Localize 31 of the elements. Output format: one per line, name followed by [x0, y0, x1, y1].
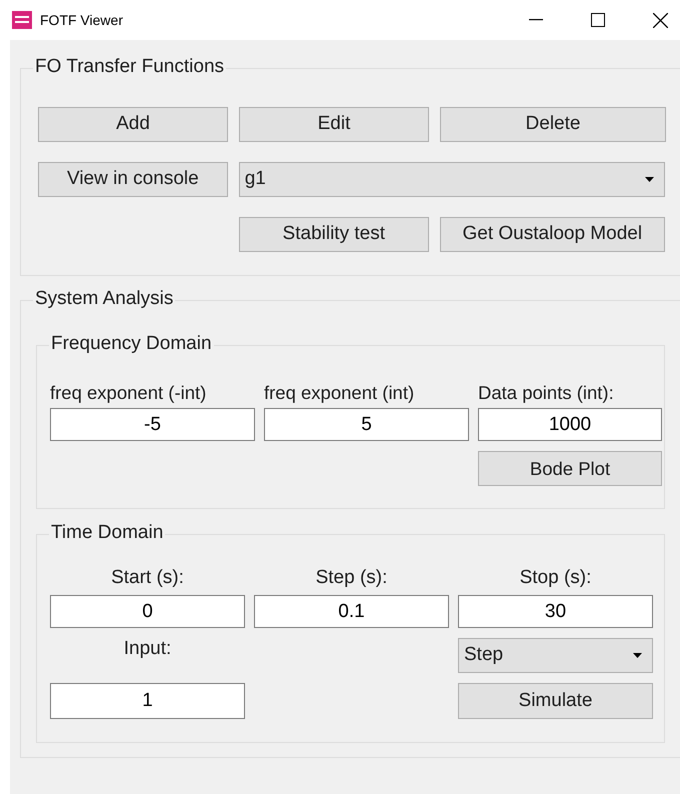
close-icon[interactable]: [653, 12, 668, 28]
simulate-button[interactable]: Simulate: [458, 683, 653, 719]
field-label: Input:: [122, 637, 172, 661]
field-label: freq exponent (int): [264, 381, 416, 405]
stability-test-button[interactable]: Stability test: [239, 217, 429, 252]
toolbar-button[interactable]: Edit: [239, 107, 429, 142]
caret-icon: [633, 653, 642, 658]
maximize-icon[interactable]: [591, 13, 605, 27]
app-logo-icon: [12, 11, 32, 29]
input-field[interactable]: 30: [458, 595, 653, 628]
field-label: Step (s):: [314, 566, 388, 590]
input-field[interactable]: 0.1: [254, 595, 449, 628]
dropdown[interactable]: Step: [458, 638, 653, 673]
caret-icon: [645, 177, 654, 182]
toolbar-button[interactable]: Delete: [440, 107, 666, 142]
dropdown[interactable]: g1: [238, 162, 665, 197]
field-label: freq exponent (-int): [50, 381, 208, 405]
input-field[interactable]: -5: [50, 408, 255, 441]
field-label: Data points (int):: [478, 381, 615, 405]
toolbar-button[interactable]: Add: [38, 107, 228, 142]
minimize-icon[interactable]: [529, 19, 543, 21]
oustaloop-model-button[interactable]: Get Oustaloop Model: [440, 217, 665, 252]
bode-plot-button[interactable]: Bode Plot: [478, 451, 662, 486]
field-label: Stop (s):: [518, 566, 592, 590]
input-field[interactable]: 1: [50, 683, 245, 719]
input-field[interactable]: 5: [264, 408, 469, 441]
field-label: Start (s):: [110, 566, 185, 590]
window-title: FOTF Viewer: [40, 10, 123, 30]
input-field[interactable]: 0: [50, 595, 245, 628]
view-console-button[interactable]: View in console: [38, 162, 228, 197]
input-field[interactable]: 1000: [478, 408, 662, 441]
